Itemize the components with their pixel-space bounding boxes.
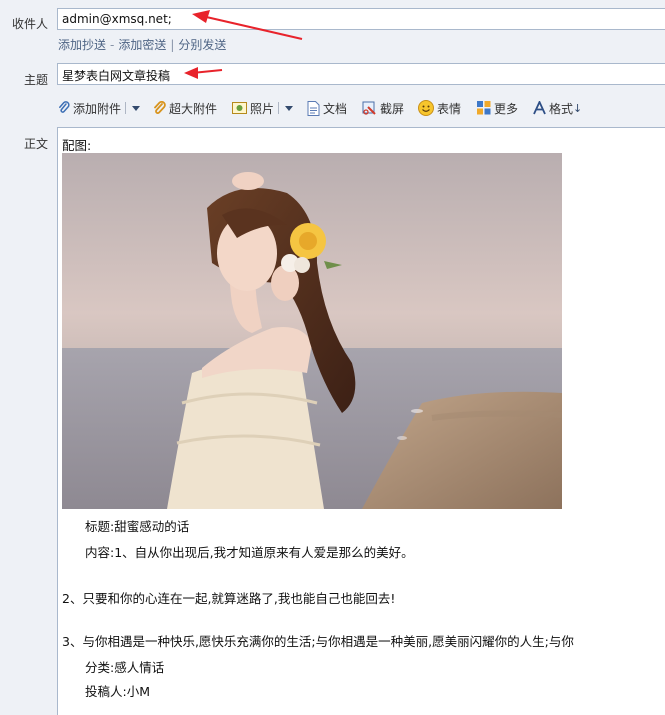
format-label: 格式	[549, 101, 574, 116]
more-label: 更多	[494, 101, 519, 116]
inline-photo	[62, 153, 562, 509]
format-icon	[533, 101, 546, 115]
attach-label: 添加附件	[73, 101, 122, 116]
emoji-icon	[418, 100, 434, 116]
post-author: 投稿人:小M	[85, 684, 150, 699]
photo-button[interactable]: 照片	[232, 98, 294, 118]
body-label: 正文	[23, 137, 48, 151]
add-bcc-link[interactable]: 添加密送	[118, 38, 166, 52]
format-dropdown-icon[interactable]: ↓	[573, 102, 582, 115]
post-title: 标题:甜蜜感动的话	[85, 519, 190, 534]
add-cc-link[interactable]: 添加抄送	[58, 38, 106, 52]
attach-button[interactable]: 添加附件	[58, 98, 141, 118]
photo-dropdown-icon[interactable]	[285, 105, 294, 111]
subject-label: 主题	[23, 73, 48, 87]
document-icon	[307, 100, 320, 116]
photo-label: 照片	[250, 101, 275, 116]
post-content-intro: 内容:1、自从你出现后,我才知道原来有人爱是那么的美好。	[85, 545, 414, 560]
emoji-button[interactable]: 表情	[418, 98, 461, 118]
screenshot-button[interactable]: 截屏	[362, 98, 404, 118]
attach-dropdown-icon[interactable]	[132, 105, 141, 111]
large-attachment-label: 超大附件	[169, 101, 218, 116]
document-label: 文档	[323, 101, 348, 116]
to-value: admin@xmsq.net;	[62, 12, 172, 26]
large-attachment-button[interactable]: 超大附件	[153, 98, 217, 118]
large-attachment-icon	[154, 101, 166, 114]
document-button[interactable]: 文档	[307, 98, 347, 118]
more-icon	[477, 101, 491, 115]
post-line-3: 3、与你相遇是一种快乐,愿快乐充满你的生活;与你相遇是一种美丽,愿美丽闪耀你的人…	[62, 634, 574, 649]
post-category: 分类:感人情话	[85, 660, 165, 675]
screenshot-icon	[362, 101, 376, 115]
post-line-2: 2、只要和你的心连在一起,就算迷路了,我也能自己也能回去!	[62, 591, 396, 606]
message-body-editor[interactable]: 配图: 标题:甜蜜感动的话 内容:1、自从你出现后,我才知道原来有人爱是那么的美…	[57, 127, 665, 715]
emoji-label: 表情	[437, 101, 462, 116]
screenshot-label: 截屏	[380, 101, 405, 116]
subject-value: 星梦表白网文章投稿	[62, 69, 171, 83]
annotation-arrow-subject	[184, 67, 223, 79]
more-button[interactable]: 更多	[477, 98, 518, 118]
subject-field[interactable]: 星梦表白网文章投稿	[57, 63, 665, 85]
to-field[interactable]: admin@xmsq.net;	[57, 8, 665, 30]
paperclip-icon	[59, 101, 70, 113]
photo-icon	[232, 102, 247, 114]
image-caption: 配图:	[62, 138, 92, 153]
annotation-arrow-to	[192, 10, 303, 40]
format-button[interactable]: 格式 ↓	[533, 98, 582, 118]
to-label: 收件人	[11, 17, 48, 31]
